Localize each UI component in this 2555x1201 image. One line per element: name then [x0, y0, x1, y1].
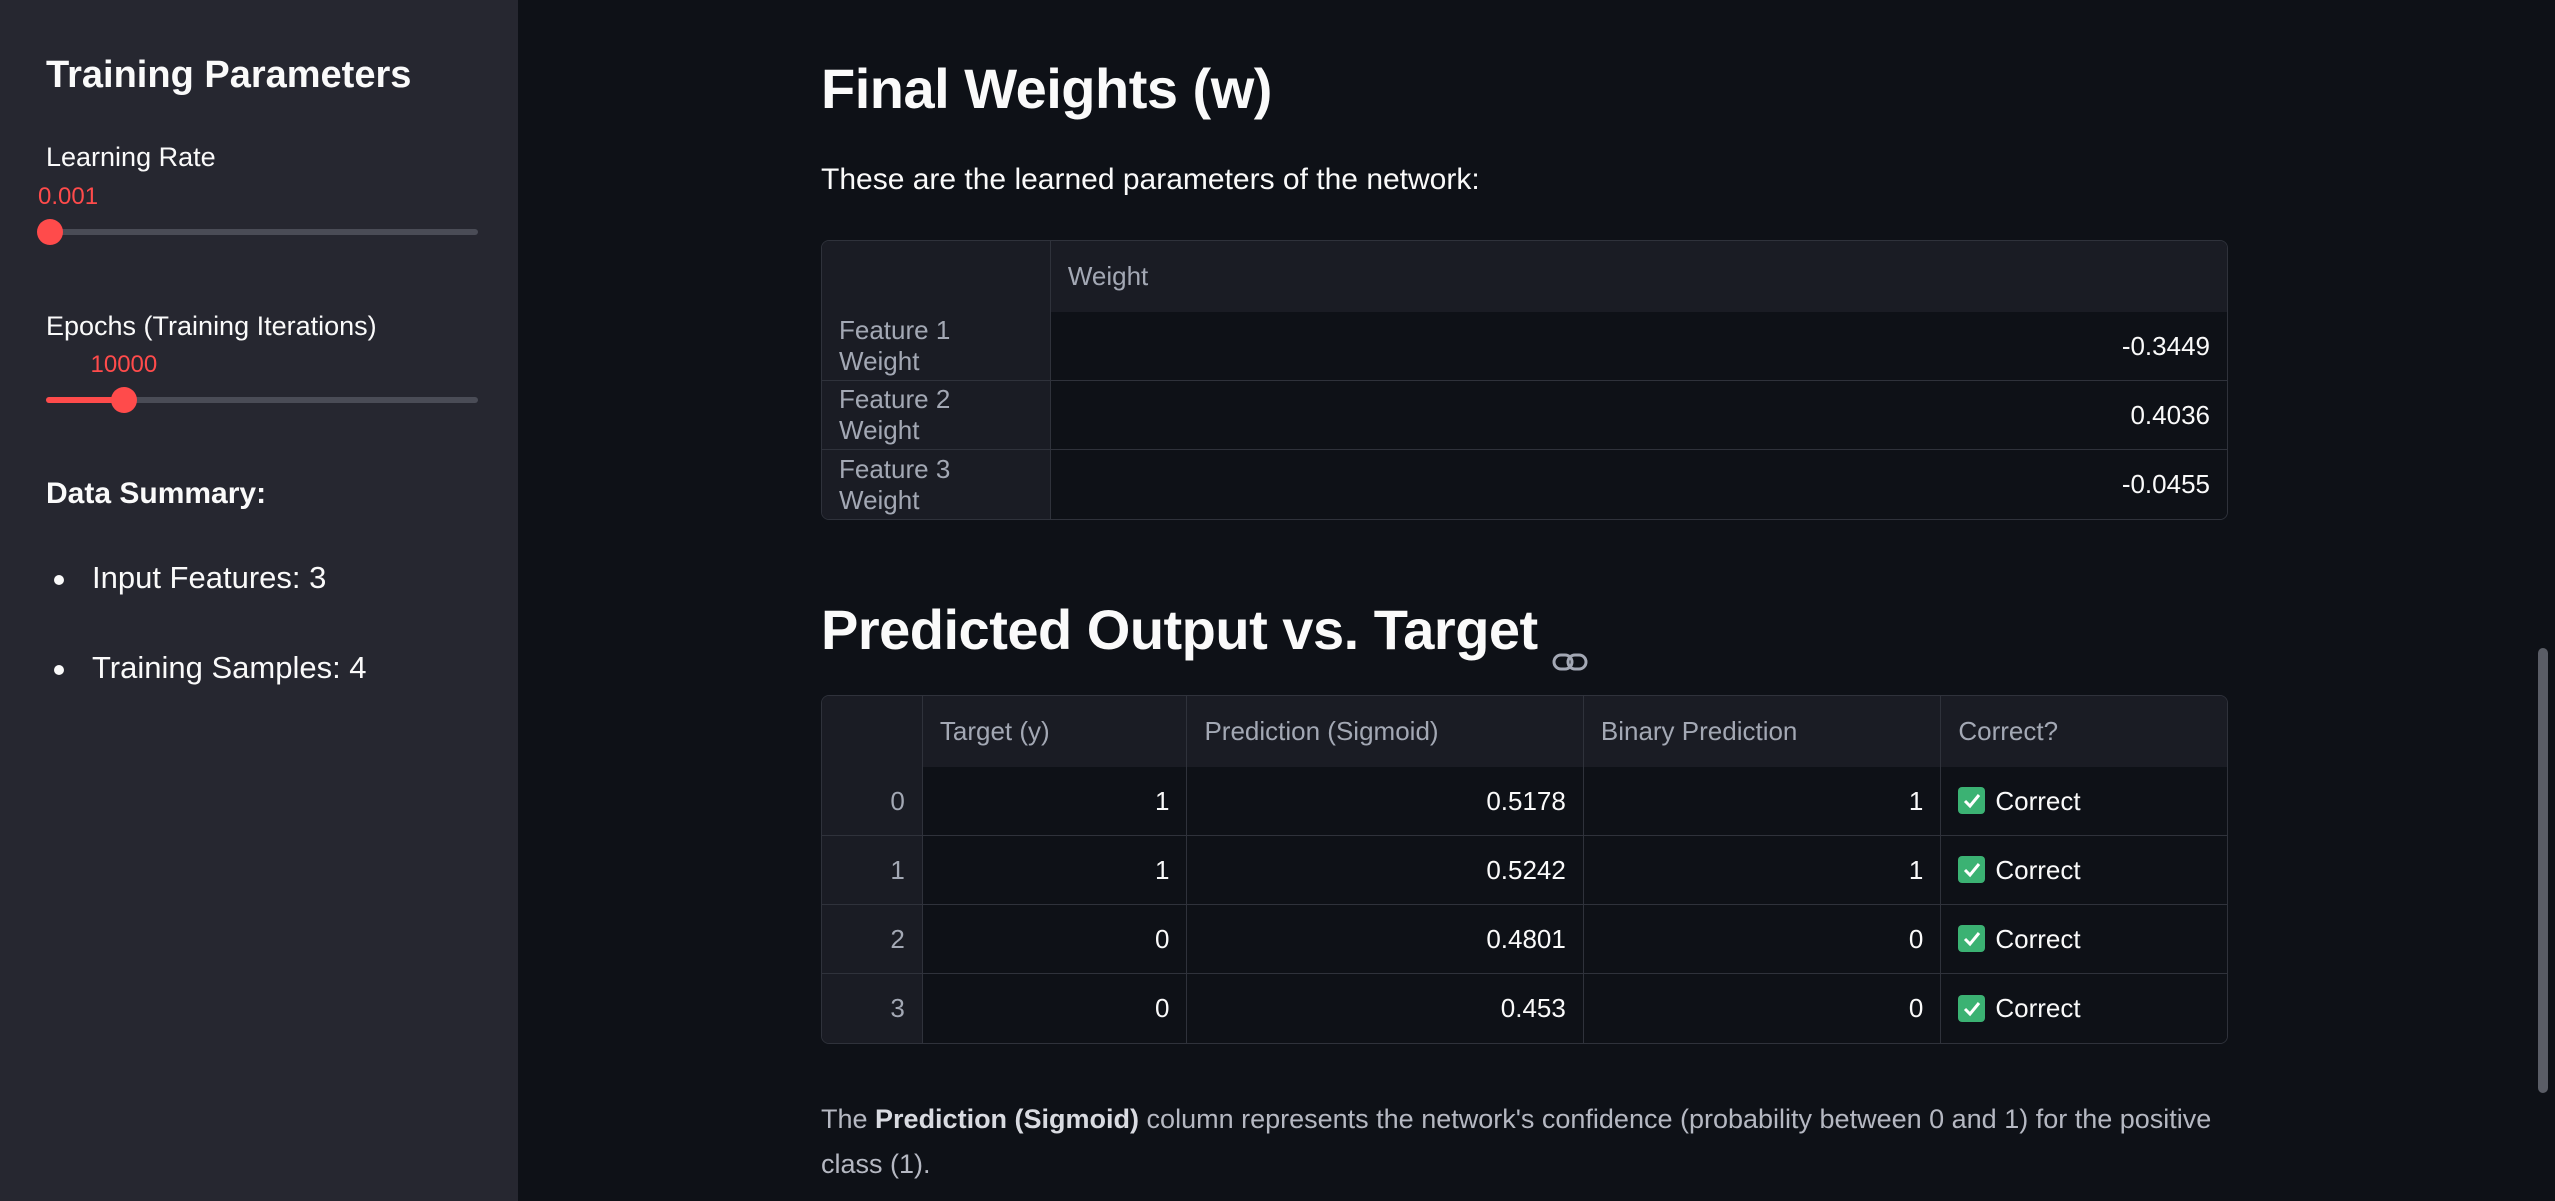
table-row: Feature 2 Weight 0.4036: [822, 381, 2227, 450]
table-row: Feature 1 Weight -0.3449: [822, 312, 2227, 381]
correct-label: Correct: [1995, 854, 2081, 885]
prediction-cell: 0.453: [1187, 974, 1584, 1043]
correct-label: Correct: [1995, 993, 2081, 1023]
learning-rate-slider[interactable]: [37, 219, 478, 245]
target-cell: 0: [922, 974, 1188, 1043]
weights-table[interactable]: Weight Feature 1 Weight -0.3449 Feature …: [821, 240, 2228, 520]
summary-item-training-samples: Training Samples: 4: [46, 650, 367, 740]
correct-cell: Correct: [1941, 836, 2227, 905]
table-row: 2 0 0.4801 0 Correct: [822, 905, 2227, 974]
correct-cell: Correct: [1941, 767, 2227, 836]
learning-rate-label: Learning Rate: [46, 142, 216, 172]
sidebar-title: Training Parameters: [46, 54, 412, 96]
link-icon[interactable]: [1552, 620, 1588, 671]
column-header-weight[interactable]: Weight: [1050, 241, 2227, 312]
check-box-icon: [1958, 856, 1986, 884]
binary-cell: 0: [1583, 974, 1942, 1043]
final-weights-description: These are the learned parameters of the …: [821, 163, 1480, 196]
data-summary-title: Data Summary:: [46, 477, 267, 510]
learning-rate-value: 0.001: [38, 183, 99, 210]
row-index: 2: [822, 905, 923, 974]
epochs-slider-thumb[interactable]: [111, 387, 137, 413]
table-row: 0 1 0.5178 1 Correct: [822, 767, 2227, 836]
column-header-binary[interactable]: Binary Prediction: [1583, 696, 1942, 767]
binary-cell: 1: [1583, 767, 1942, 836]
row-label: Feature 2 Weight: [822, 381, 1051, 450]
target-cell: 1: [922, 767, 1188, 836]
table-header-row: Target (y) Prediction (Sigmoid) Binary P…: [822, 696, 2227, 767]
epochs-value: 10000: [90, 351, 158, 378]
target-cell: 0: [922, 905, 1188, 974]
row-index: 1: [822, 836, 923, 905]
epochs-slider[interactable]: [46, 387, 478, 413]
data-summary-list: Input Features: 3 Training Samples: 4: [46, 560, 367, 740]
row-label: Feature 3 Weight: [822, 450, 1051, 519]
table-corner-cell: [822, 241, 1051, 312]
table-row: 3 0 0.453 0 Correct: [822, 974, 2227, 1043]
binary-cell: 0: [1583, 905, 1942, 974]
correct-label: Correct: [1995, 785, 2081, 816]
summary-item-input-features: Input Features: 3: [46, 560, 367, 650]
final-weights-heading: Final Weights (w): [821, 57, 1272, 120]
column-header-correct[interactable]: Correct?: [1941, 696, 2227, 767]
footer-note: The Prediction (Sigmoid) column represen…: [821, 1097, 2221, 1187]
row-index: 3: [822, 974, 923, 1043]
weight-value: -0.0455: [1050, 450, 2227, 519]
prediction-cell: 0.4801: [1187, 905, 1584, 974]
learning-rate-slider-thumb[interactable]: [37, 219, 63, 245]
weight-value: 0.4036: [1050, 381, 2227, 450]
predictions-table[interactable]: Target (y) Prediction (Sigmoid) Binary P…: [821, 695, 2228, 1044]
sidebar: Training Parameters Learning Rate 0.001 …: [0, 0, 518, 1201]
check-box-icon: [1958, 925, 1986, 953]
correct-label: Correct: [1995, 923, 2081, 954]
weight-value: -0.3449: [1050, 312, 2227, 381]
table-row: 1 1 0.5242 1 Correct: [822, 836, 2227, 905]
row-label: Feature 1 Weight: [822, 312, 1051, 381]
row-index: 0: [822, 767, 923, 836]
column-header-prediction[interactable]: Prediction (Sigmoid): [1187, 696, 1584, 767]
scrollbar-thumb[interactable]: [2538, 648, 2548, 1093]
footer-prefix: The: [821, 1104, 876, 1134]
check-box-icon: [1958, 994, 1986, 1022]
correct-cell: Correct: [1941, 905, 2227, 974]
check-box-icon: [1958, 787, 1986, 815]
epochs-label: Epochs (Training Iterations): [46, 311, 377, 341]
correct-cell: Correct: [1941, 974, 2227, 1043]
main-content: Final Weights (w) These are the learned …: [518, 0, 2555, 1201]
predicted-output-heading-text: Predicted Output vs. Target: [821, 598, 1538, 661]
footer-bold: Prediction (Sigmoid): [875, 1104, 1140, 1134]
target-cell: 1: [922, 836, 1188, 905]
table-row: Feature 3 Weight -0.0455: [822, 450, 2227, 519]
table-corner-cell: [822, 696, 923, 767]
predicted-output-heading: Predicted Output vs. Target: [821, 597, 1588, 671]
prediction-cell: 0.5178: [1187, 767, 1584, 836]
table-header-row: Weight: [822, 241, 2227, 312]
prediction-cell: 0.5242: [1187, 836, 1584, 905]
column-header-target[interactable]: Target (y): [922, 696, 1188, 767]
binary-cell: 1: [1583, 836, 1942, 905]
